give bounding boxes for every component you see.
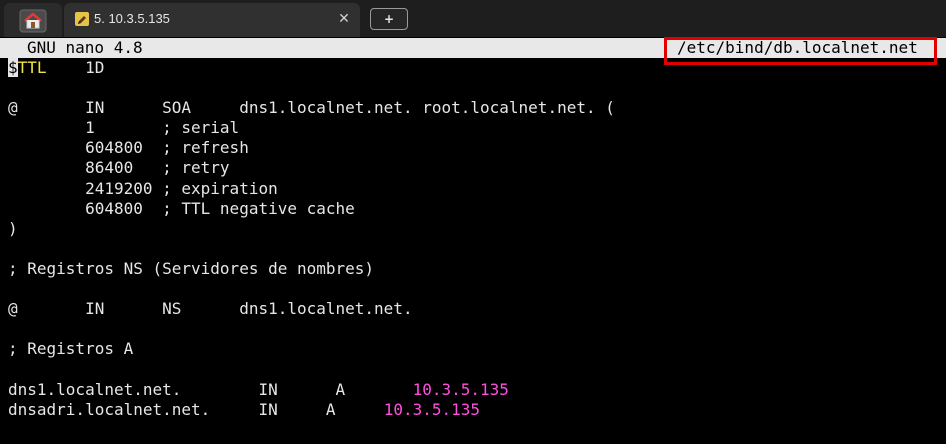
editor-line: ; Registros NS (Servidores de nombres)	[8, 258, 375, 278]
editor-line	[8, 279, 615, 299]
editor-line: 86400 ; retry	[8, 158, 230, 178]
nano-version: GNU nano 4.8	[27, 38, 143, 57]
editor-line: )	[8, 218, 18, 238]
editor-text-area[interactable]: $TTL 1D @ IN SOA dns1.localnet.net. root…	[8, 58, 615, 420]
ip-address: 10.3.5.135	[383, 399, 481, 419]
home-tab[interactable]	[4, 3, 62, 37]
pencil-icon	[75, 12, 89, 26]
editor-line: @ IN NS dns1.localnet.net.	[8, 299, 413, 319]
editor-line: 2419200 ; expiration	[8, 178, 278, 198]
new-tab-button[interactable]: +	[370, 8, 408, 30]
editor-line: $TTL 1D	[8, 58, 615, 78]
home-icon	[18, 8, 48, 34]
ttl-value: 1D	[46, 58, 105, 77]
editor-line: dnsadri.localnet.net. IN A 10.3.5.135	[8, 400, 615, 420]
file-path: /etc/bind/db.localnet.net	[677, 38, 918, 57]
a-record-host: dns1.localnet.net. IN A	[8, 379, 413, 399]
editor-line	[8, 239, 615, 259]
text-cursor: $	[8, 58, 18, 77]
close-tab-icon[interactable]: ✕	[336, 11, 352, 27]
editor-line	[8, 319, 615, 339]
ip-address: 10.3.5.135	[412, 379, 509, 399]
editor-line	[8, 359, 615, 379]
editor-line: ; Registros A	[8, 339, 134, 359]
editor-line: 604800 ; TTL negative cache	[8, 198, 355, 218]
session-tab-title: 5. 10.3.5.135	[94, 11, 170, 26]
session-tab[interactable]: 5. 10.3.5.135 ✕	[64, 3, 360, 37]
editor-line: 604800 ; refresh	[8, 138, 249, 158]
tab-bar: 5. 10.3.5.135 ✕ +	[0, 0, 946, 37]
editor-line: @ IN SOA dns1.localnet.net. root.localne…	[8, 98, 615, 118]
a-record-host: dnsadri.localnet.net. IN A	[8, 399, 384, 419]
editor-line	[8, 78, 615, 98]
ttl-directive: TTL	[17, 58, 47, 77]
editor-line: 1 ; serial	[8, 118, 240, 138]
editor-line: dns1.localnet.net. IN A 10.3.5.135	[8, 380, 615, 400]
